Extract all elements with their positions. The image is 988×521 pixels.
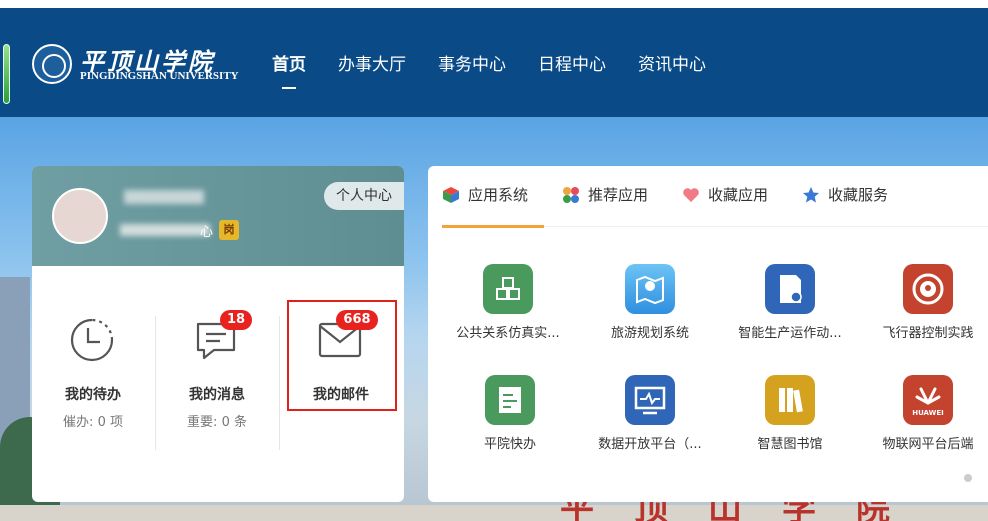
active-tab-underline (442, 225, 544, 228)
messages-count-badge: 18 (220, 310, 252, 330)
target-icon (903, 264, 953, 314)
tile-messages-label: 我的消息 (189, 387, 245, 403)
document-icon (765, 264, 815, 314)
form-icon (485, 375, 535, 425)
app-label: 智慧图书馆 (757, 437, 823, 452)
personal-card: 心 岗 个人中心 我的待办 催办: 0 项 18 我的消息 重要: 0 条 66… (32, 166, 404, 502)
app-tile[interactable]: 旅游规划系统 (580, 264, 720, 364)
logo-english-name: PINGDINGSHAN UNIVERSITY (80, 70, 239, 82)
apps-panel: 应用系统 推荐应用 收藏应用 收藏服务 公共关系仿真实... 旅游规划系统 智能… (428, 166, 988, 502)
huawei-brand-text: HUAWEI (912, 409, 944, 417)
top-white-strip (0, 0, 988, 8)
monitor-icon (625, 375, 675, 425)
star-icon (803, 186, 820, 202)
app-tile[interactable]: 智能生产运作动... (720, 264, 860, 364)
tab-app-systems[interactable]: 应用系统 (442, 184, 528, 205)
role-badge: 岗 (219, 220, 239, 240)
profile-header: 心 岗 个人中心 (32, 166, 404, 266)
tab-recommended[interactable]: 推荐应用 (562, 184, 648, 205)
nav-item-home[interactable]: 首页 (272, 50, 306, 89)
app-label: 智能生产运作动... (738, 326, 842, 341)
app-label: 旅游规划系统 (610, 326, 689, 341)
tile-todo[interactable]: 我的待办 催办: 0 项 (32, 316, 154, 446)
app-label: 飞行器控制实践 (882, 326, 974, 341)
nav-item-service-hall[interactable]: 办事大厅 (338, 50, 406, 75)
side-handle[interactable] (3, 44, 10, 104)
tile-messages-sub: 重要: 0 条 (187, 415, 247, 430)
app-tile[interactable]: 数据开放平台（... (580, 375, 720, 475)
map-pin-icon (625, 264, 675, 314)
flower-icon (563, 186, 580, 203)
app-label: 数据开放平台（... (598, 437, 702, 452)
mail-highlight-box (287, 300, 397, 411)
tile-messages[interactable]: 18 我的消息 重要: 0 条 (156, 310, 278, 446)
heart-icon (683, 187, 699, 202)
app-label: 物联网平台后端 (882, 437, 974, 452)
cube-icon (443, 186, 459, 203)
main-nav: 首页 办事大厅 事务中心 日程中心 资讯中心 (272, 50, 738, 89)
tab-favorite-apps-label: 收藏应用 (708, 186, 769, 204)
avatar[interactable] (52, 188, 108, 244)
app-label: 公共关系仿真实... (456, 326, 560, 341)
dept-suffix: 心 (200, 225, 214, 240)
carousel-dot[interactable] (964, 474, 972, 482)
app-tile[interactable]: 智慧图书馆 (720, 375, 860, 475)
app-label: 平院快办 (483, 437, 536, 452)
tab-app-systems-label: 应用系统 (468, 186, 529, 204)
user-dept-blurred (120, 224, 210, 236)
boxes-icon (483, 264, 533, 314)
university-seal-icon (32, 44, 72, 84)
app-tile[interactable]: 平院快办 (440, 375, 580, 475)
tile-todo-sub: 催办: 0 项 (63, 415, 123, 430)
tab-recommended-label: 推荐应用 (588, 186, 649, 204)
tab-favorite-services[interactable]: 收藏服务 (802, 184, 888, 205)
books-icon (765, 375, 815, 425)
top-navigation-bar: 平顶山学院 PINGDINGSHAN UNIVERSITY 首页 办事大厅 事务… (0, 0, 988, 117)
apps-tabs: 应用系统 推荐应用 收藏应用 收藏服务 (442, 184, 922, 205)
app-tile[interactable]: 公共关系仿真实... (438, 264, 578, 364)
university-logo[interactable]: 平顶山学院 PINGDINGSHAN UNIVERSITY (32, 44, 242, 84)
nav-active-underline (282, 87, 296, 89)
personal-center-button[interactable]: 个人中心 (324, 182, 404, 210)
clock-icon (70, 318, 114, 362)
tab-favorite-apps[interactable]: 收藏应用 (682, 184, 768, 205)
huawei-icon: HUAWEI (903, 375, 953, 425)
app-tile[interactable]: HUAWEI 物联网平台后端 (858, 375, 988, 475)
nav-item-schedule-center[interactable]: 日程中心 (538, 50, 606, 75)
nav-item-affairs-center[interactable]: 事务中心 (438, 50, 506, 75)
app-tile[interactable]: 飞行器控制实践 (858, 264, 988, 364)
tile-todo-label: 我的待办 (65, 387, 121, 403)
nav-item-news-center[interactable]: 资讯中心 (638, 50, 706, 75)
user-name-blurred (124, 190, 204, 204)
tab-favorite-services-label: 收藏服务 (828, 186, 889, 204)
